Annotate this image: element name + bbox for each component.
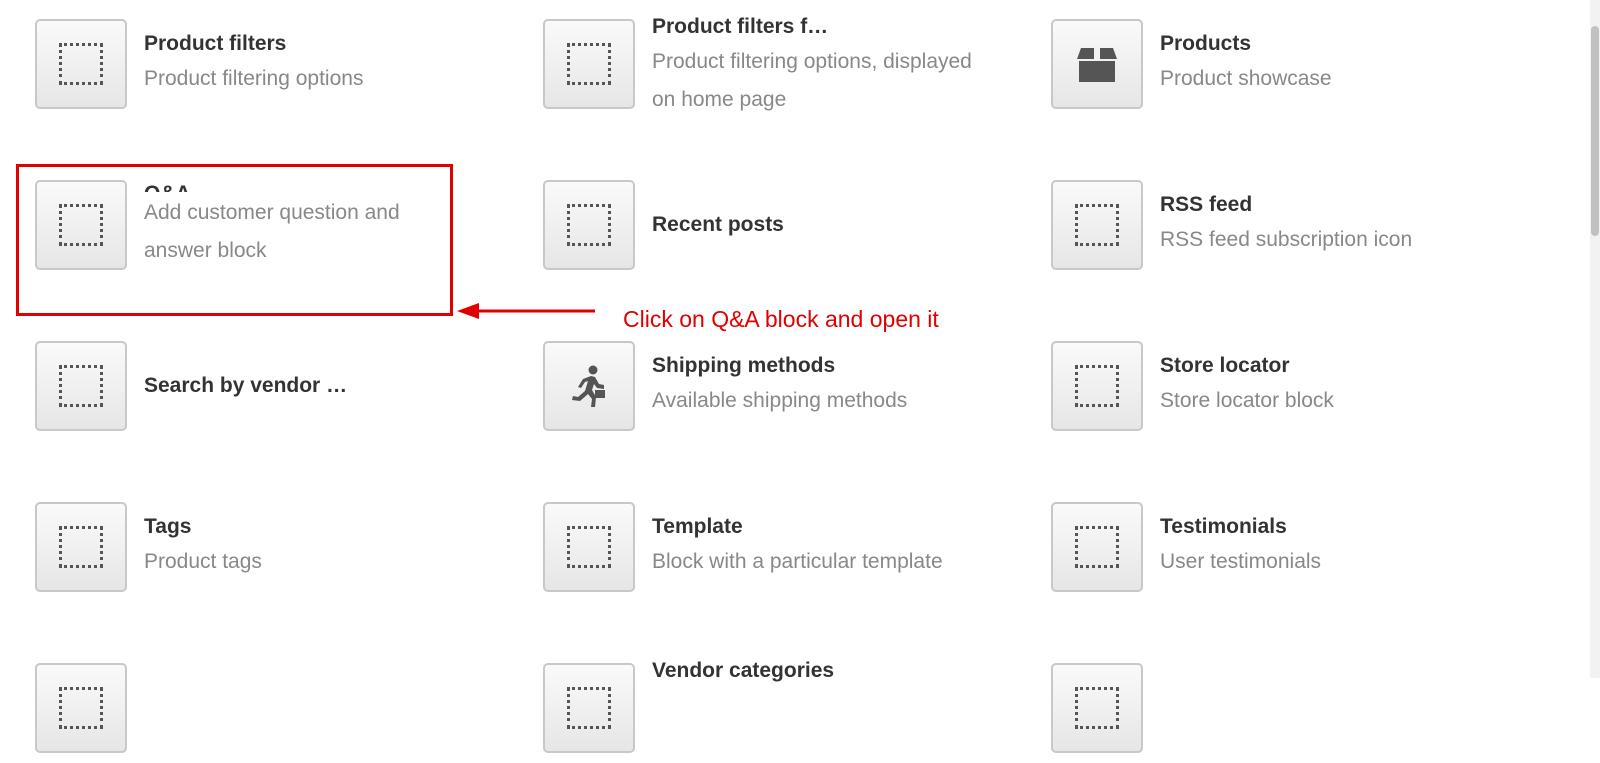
block-title: Recent posts — [652, 213, 784, 236]
scrollbar[interactable] — [1590, 0, 1600, 678]
block-title: Store locator — [1160, 354, 1290, 377]
placeholder-icon — [543, 180, 635, 270]
placeholder-icon — [1051, 502, 1143, 592]
placeholder-icon — [543, 663, 635, 753]
block-description: Available shipping methods — [652, 389, 908, 412]
running-courier-icon — [543, 341, 635, 431]
block-description: Product filtering options, displayed on … — [652, 50, 972, 111]
block-title: RSS feed — [1160, 193, 1253, 216]
block-product-filters[interactable]: Product filters Product filtering option… — [35, 19, 505, 119]
block-search-by-vendor[interactable]: Search by vendor … — [35, 341, 505, 441]
block-title: Product filters — [144, 32, 287, 55]
block-product-filters-home[interactable]: Product filters f… Product filtering opt… — [543, 15, 1013, 119]
scroll-thumb[interactable] — [1591, 26, 1599, 236]
block-tags[interactable]: Tags Product tags — [35, 502, 505, 602]
block-template[interactable]: Template Block with a particular templat… — [543, 502, 1013, 602]
block-title: Shipping methods — [652, 354, 836, 377]
block-description: Product filtering options — [144, 67, 364, 90]
block-description: RSS feed subscription icon — [1160, 228, 1413, 251]
placeholder-icon — [543, 19, 635, 109]
placeholder-icon — [1051, 341, 1143, 431]
annotation-text: Click on Q&A block and open it — [623, 306, 939, 332]
block-partial-right[interactable] — [1051, 663, 1521, 763]
placeholder-icon — [35, 19, 127, 109]
block-title: Template — [652, 515, 743, 538]
placeholder-icon — [543, 502, 635, 592]
highlight-frame — [16, 164, 453, 316]
placeholder-icon — [1051, 663, 1143, 753]
block-title: Vendor categories — [652, 659, 835, 682]
block-title: Search by vendor … — [144, 374, 348, 397]
box-icon — [1051, 19, 1143, 109]
placeholder-icon — [35, 502, 127, 592]
block-shipping-methods[interactable]: Shipping methods Available shipping meth… — [543, 341, 1013, 441]
block-description: Product showcase — [1160, 67, 1332, 90]
block-recent-posts[interactable]: Recent posts — [543, 180, 1013, 280]
block-description: Product tags — [144, 550, 262, 573]
block-description: Store locator block — [1160, 389, 1334, 412]
placeholder-icon — [1051, 180, 1143, 270]
block-description: Block with a particular template — [652, 550, 943, 573]
block-store-locator[interactable]: Store locator Store locator block — [1051, 341, 1521, 441]
block-vendor-categories[interactable]: Vendor categories — [543, 659, 1013, 763]
block-title: Tags — [144, 515, 192, 538]
block-title: Product filters f… — [652, 15, 829, 38]
block-description: User testimonials — [1160, 550, 1322, 573]
block-partial-left[interactable] — [35, 663, 505, 763]
block-title: Products — [1160, 32, 1252, 55]
block-products[interactable]: Products Product showcase — [1051, 19, 1521, 119]
block-rss-feed[interactable]: RSS feed RSS feed subscription icon — [1051, 180, 1521, 280]
block-testimonials[interactable]: Testimonials User testimonials — [1051, 502, 1521, 602]
arrow-left-icon — [457, 303, 595, 319]
block-title: Testimonials — [1160, 515, 1287, 538]
placeholder-icon — [35, 341, 127, 431]
placeholder-icon — [35, 663, 127, 753]
